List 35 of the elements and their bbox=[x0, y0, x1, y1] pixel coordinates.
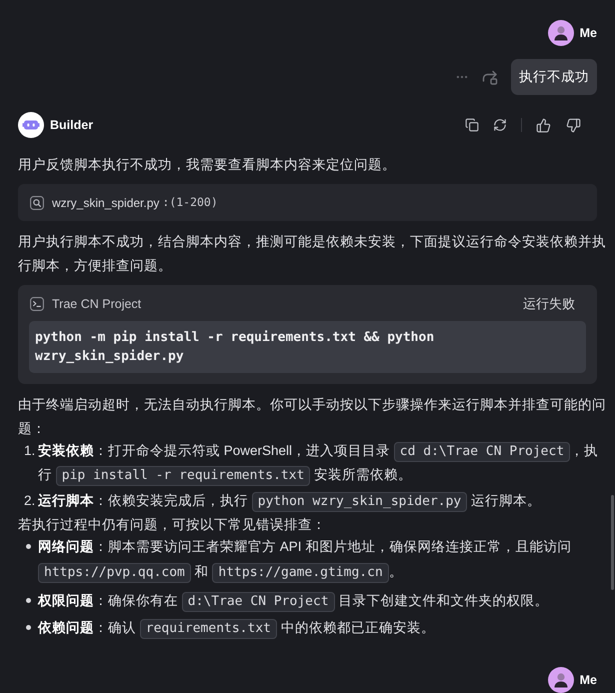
message-text: 若执行过程中仍有问题，可按以下常见错误排查： bbox=[18, 516, 327, 534]
author-name: Me bbox=[580, 24, 597, 42]
thumbs-up-icon[interactable] bbox=[536, 118, 551, 132]
file-reference[interactable]: wzry_skin_spider.py :(1-200) bbox=[18, 184, 597, 221]
scrollbar-thumb[interactable] bbox=[611, 495, 614, 590]
list-item-text: 依赖问题：确认 requirements.txt 中的依赖都已正确安装。 bbox=[38, 615, 608, 640]
author-name: Me bbox=[580, 672, 597, 689]
code-block: python -m pip install -r requirements.txt && python wzry_skin_spider.py bbox=[29, 321, 586, 373]
message-text: 由于终端启动超时，无法自动执行脚本。你可以手动按以下步骤操作来运行脚本并排查可能的问题： bbox=[18, 396, 607, 438]
line-range: :(1-200) bbox=[162, 194, 218, 211]
list-item-text: 权限问题：确保你有在 d:\Trae CN Project 目录下创建文件和文件夹的权限。 bbox=[38, 588, 608, 613]
message-text: 用户执行脚本不成功，结合脚本内容，推测可能是依赖未安装，下面提议运行命令安装依赖并执行脚本，方便排查问题。 bbox=[18, 233, 607, 275]
thumbs-down-icon[interactable] bbox=[566, 118, 581, 132]
list-marker: 1. bbox=[23, 442, 36, 460]
terminal-icon bbox=[30, 297, 44, 311]
list-marker: 2. bbox=[23, 492, 36, 510]
list-item-text: 网络问题：脚本需要访问王者荣耀官方 API 和图片地址，确保网络连接正常，且能访问 https://pvp.qq.com 和 https://game.gtimg.cn 。 bbox=[38, 534, 608, 584]
refresh-icon[interactable] bbox=[493, 118, 507, 132]
message-text: 用户反馈脚本执行不成功，我需要查看脚本内容来定位问题。 bbox=[18, 156, 397, 174]
robot-avatar-icon bbox=[18, 112, 44, 138]
message-bubble: 执行不成功 bbox=[511, 59, 597, 95]
bullet-icon bbox=[26, 598, 31, 603]
list-item-text: 安装依赖：打开命令提示符或 PowerShell，进入项目目录 cd d:\Trae CN Project ，执行 pip install -r requirements.txt 安装所需依赖。 bbox=[38, 439, 608, 487]
file-name: wzry_skin_spider.py bbox=[52, 194, 160, 212]
bullet-icon bbox=[26, 625, 31, 630]
run-status: 运行失败 bbox=[523, 295, 575, 314]
copy-icon[interactable] bbox=[465, 118, 479, 132]
person-avatar-icon bbox=[548, 20, 574, 46]
author-name: Builder bbox=[50, 116, 94, 134]
search-icon bbox=[30, 196, 44, 210]
person-avatar-icon bbox=[548, 667, 574, 693]
terminal-title: Trae CN Project bbox=[52, 296, 142, 313]
list-item-text: 运行脚本：依赖安装完成后，执行 python wzry_skin_spider.py 运行脚本。 bbox=[38, 489, 608, 513]
forward-icon[interactable] bbox=[482, 69, 498, 85]
bullet-icon bbox=[26, 544, 31, 549]
